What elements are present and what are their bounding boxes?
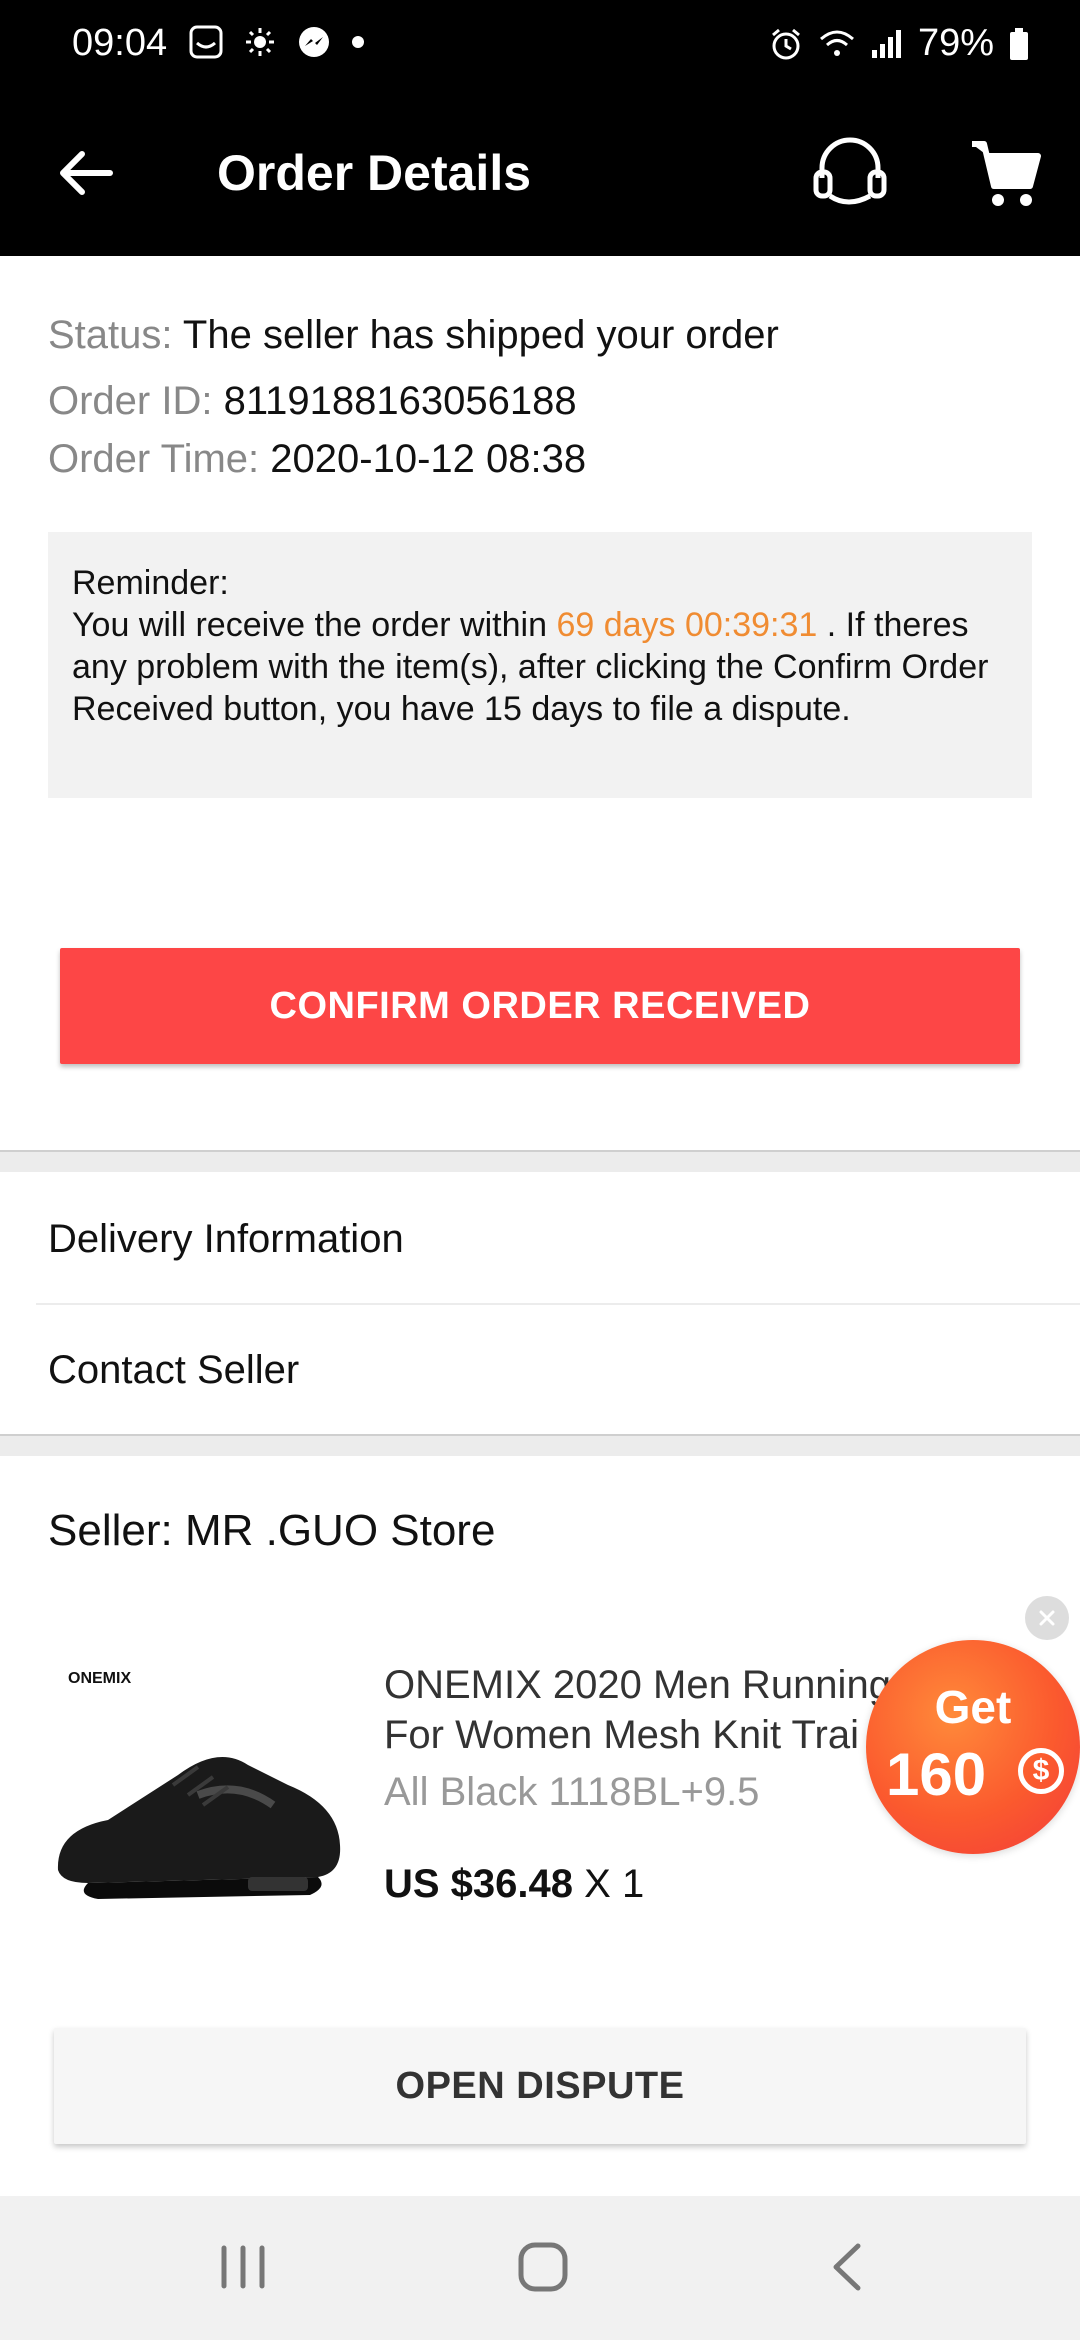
contact-seller-row[interactable]: Contact Seller: [0, 1305, 1080, 1435]
alarm-icon: [771, 28, 800, 59]
order-id-value: 8119188163056188: [223, 379, 577, 423]
notification-icons: [188, 24, 366, 60]
seller-name[interactable]: Seller: MR .GUO Store: [48, 1506, 495, 1556]
product-title-line1: ONEMIX 2020 Men Running: [384, 1663, 891, 1707]
reminder-heading: Reminder:: [72, 564, 229, 602]
headset-icon[interactable]: [808, 130, 892, 214]
confirm-order-received-button[interactable]: CONFIRM ORDER RECEIVED: [60, 948, 1020, 1064]
section-divider: [0, 1434, 1080, 1456]
battery-percent: 79%: [917, 22, 994, 64]
status-time: 09:04: [72, 22, 168, 64]
back-icon[interactable]: [826, 2240, 866, 2294]
product-quantity: X 1: [584, 1862, 645, 1906]
system-nav-bar: [0, 2196, 1080, 2340]
status-bar: 09:04 79%: [0, 0, 1080, 88]
order-time-label: Order Time:: [48, 437, 260, 481]
wifi-icon: [819, 30, 854, 56]
delivery-countdown: 69 days 00:39:31: [556, 606, 818, 644]
delivery-information-row[interactable]: Delivery Information: [0, 1174, 1080, 1304]
product-image[interactable]: ONEMIX: [48, 1655, 348, 1915]
product-title-line2: For Women Mesh Knit Trai: [384, 1713, 859, 1757]
order-time-value: 2020-10-12 08:38: [270, 437, 587, 481]
gallery-icon: [189, 25, 223, 59]
promo-amount: 160: [886, 1741, 987, 1808]
recent-apps-icon[interactable]: [218, 2242, 268, 2292]
product-price-line: US $36.48 X 1: [384, 1862, 644, 1907]
status-label: Status:: [48, 313, 173, 357]
open-dispute-button[interactable]: OPEN DISPUTE: [54, 2028, 1026, 2144]
reminder-text-before: You will receive the order within: [72, 606, 557, 644]
status-right: 79%: [768, 22, 1030, 65]
product-price: US $36.48: [384, 1862, 574, 1906]
order-time-row: Order Time: 2020-10-12 08:38: [48, 430, 1038, 488]
reminder-box: Reminder: You will receive the order wit…: [48, 532, 1032, 798]
battery-icon: [1010, 27, 1028, 60]
order-status-row: Status: The seller has shipped your orde…: [48, 306, 1038, 364]
app-bar: Order Details: [0, 88, 1080, 256]
product-title[interactable]: ONEMIX 2020 Men Running For Women Mesh K…: [384, 1660, 904, 1760]
back-arrow-icon[interactable]: [50, 138, 120, 208]
dot-icon: [352, 36, 364, 48]
section-divider: [0, 1150, 1080, 1172]
promo-coupon-badge[interactable]: Get 160 $: [866, 1640, 1080, 1854]
page-title: Order Details: [217, 145, 532, 201]
order-summary: Status: The seller has shipped your orde…: [48, 306, 1038, 488]
weather-icon: [246, 28, 274, 56]
order-id-row: Order ID: 8119188163056188: [48, 372, 1038, 430]
home-icon[interactable]: [516, 2240, 570, 2294]
promo-close-button[interactable]: [1025, 1596, 1069, 1640]
messenger-icon: [299, 27, 329, 57]
reminder-text: You will receive the order within 69 day…: [72, 604, 1008, 730]
close-icon: [1039, 1610, 1055, 1626]
promo-get-text: Get: [934, 1681, 1012, 1733]
status-value: The seller has shipped your order: [182, 313, 779, 357]
cart-icon[interactable]: [968, 136, 1044, 212]
brand-logo: ONEMIX: [68, 1670, 131, 1687]
signal-icon: [871, 29, 901, 58]
promo-currency-icon: $: [1018, 1748, 1064, 1794]
order-id-label: Order ID:: [48, 379, 213, 423]
product-variant: All Black 1118BL+9.5: [384, 1770, 760, 1814]
